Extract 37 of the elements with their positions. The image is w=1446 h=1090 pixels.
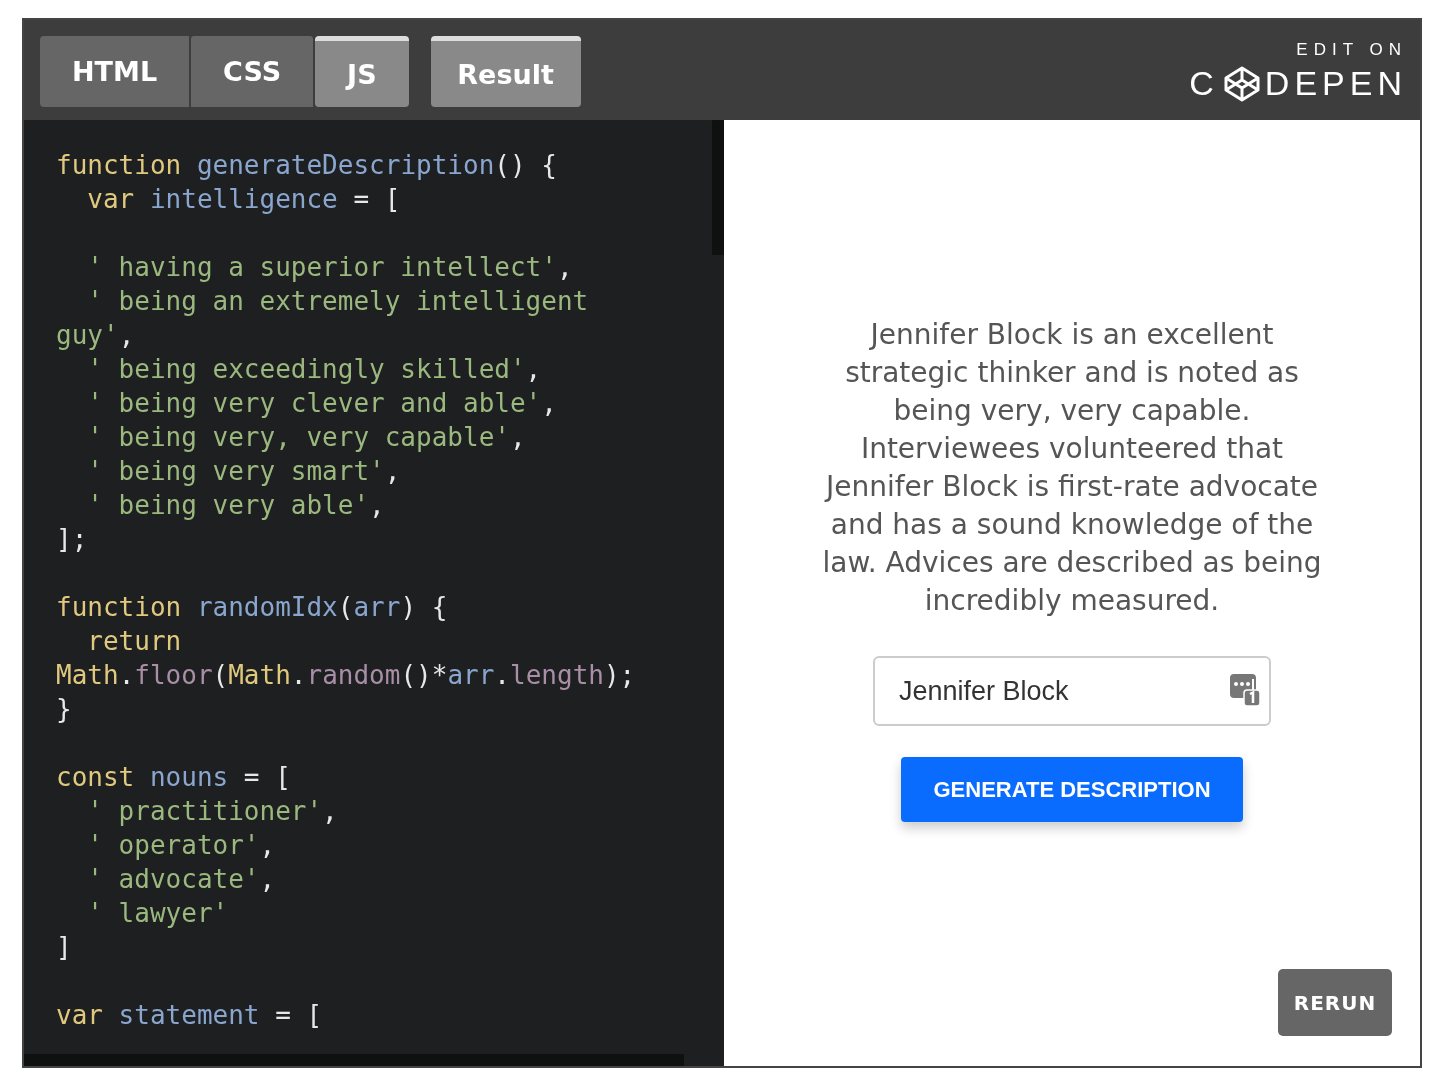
description-text: Jennifer Block is an excellent strategic thinker and is noted as being very, very capable. Interviewees volunteered that Jennifer Block is first-rate advocate and has a sound knowledge of the law. Advices are described as being incredibly measured. xyxy=(821,317,1323,619)
code-line: Math.floor(Math.random()*arr.length); xyxy=(56,659,637,692)
generate-button[interactable]: GENERATE DESCRIPTION xyxy=(901,757,1243,822)
cube-icon xyxy=(1222,64,1261,103)
code-line: var statement = [ xyxy=(56,999,324,1032)
name-field[interactable]: Jennifer Block xyxy=(873,656,1271,726)
logo-letter: C xyxy=(1189,64,1219,103)
tab[interactable]: JS xyxy=(315,36,409,107)
code-line: } xyxy=(56,693,73,726)
code-line: var intelligence = [ xyxy=(86,183,402,216)
code-line: ]; xyxy=(56,523,89,556)
code-line: ' having a superior intellect', xyxy=(86,251,574,284)
code-line: ' being very clever and able', xyxy=(86,387,558,420)
code-line: ' being very, very capable', xyxy=(86,421,527,454)
code-line: ] xyxy=(56,931,73,964)
result-tab[interactable]: Result xyxy=(430,36,581,107)
scrollbar[interactable] xyxy=(24,1054,684,1066)
tab[interactable]: CSS xyxy=(191,36,314,107)
code-line: function generateDescription() { xyxy=(56,149,558,182)
code-line: return xyxy=(86,625,183,658)
scrollbar[interactable] xyxy=(712,120,724,255)
code-line: const nouns = [ xyxy=(56,761,292,794)
code-line: ' being very able', xyxy=(86,489,386,522)
code-line: ' practitioner', xyxy=(86,795,339,828)
contact-card-icon xyxy=(1229,673,1261,707)
code-line: ' operator', xyxy=(86,829,277,862)
logo-caption: EDIT ON xyxy=(1296,40,1407,60)
code-line: guy', xyxy=(56,319,136,352)
code-line: ' advocate', xyxy=(86,863,277,896)
tab[interactable]: HTML xyxy=(40,36,190,107)
code-line: ' lawyer' xyxy=(86,897,230,930)
code-line: ' being very smart', xyxy=(86,455,402,488)
rerun-button[interactable]: RERUN xyxy=(1278,969,1392,1036)
code-line: ' being exceedingly skilled', xyxy=(86,353,543,386)
code-line: ' being an extremely intelligent xyxy=(86,285,590,318)
code-line: function randomIdx(arr) { xyxy=(56,591,449,624)
logo-wordmark: DEPEN xyxy=(1264,64,1407,103)
